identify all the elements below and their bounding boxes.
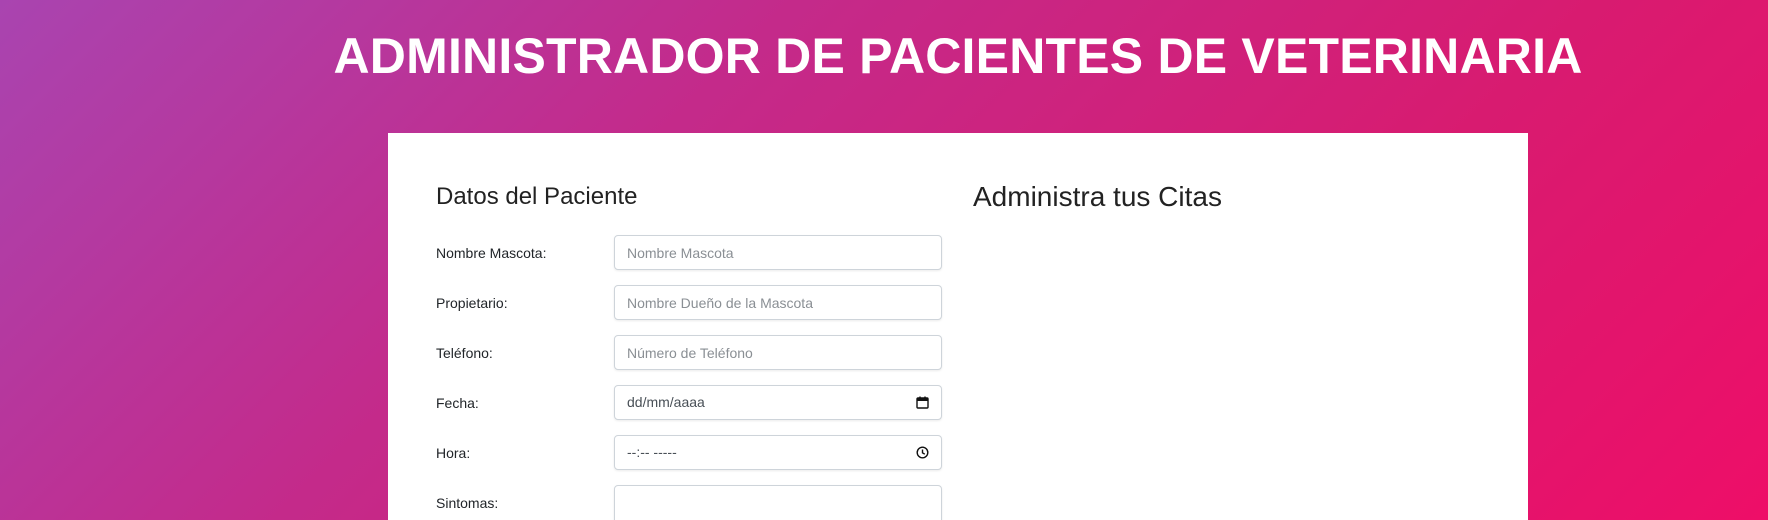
owner-row: Propietario: <box>436 285 942 321</box>
date-input-text: dd/mm/aaaa <box>627 394 705 410</box>
pet-name-input[interactable] <box>614 235 942 270</box>
date-label: Fecha: <box>436 395 479 411</box>
date-input[interactable]: dd/mm/aaaa <box>614 385 942 420</box>
page-title: ADMINISTRADOR DE PACIENTES DE VETERINARI… <box>333 28 1583 84</box>
phone-input[interactable] <box>614 335 942 370</box>
calendar-icon[interactable] <box>916 396 929 409</box>
phone-row: Teléfono: <box>436 335 942 371</box>
phone-label: Teléfono: <box>436 345 493 361</box>
time-input-text: --:-- ----- <box>627 444 677 460</box>
symptoms-textarea[interactable] <box>614 485 942 520</box>
symptoms-row: Sintomas: <box>436 485 942 520</box>
appointments-title: Administra tus Citas <box>973 181 1222 212</box>
time-row: Hora: --:-- ----- <box>436 435 942 471</box>
time-label: Hora: <box>436 445 471 461</box>
time-input[interactable]: --:-- ----- <box>614 435 942 470</box>
date-row: Fecha: dd/mm/aaaa <box>436 385 942 421</box>
clock-icon[interactable] <box>916 446 929 459</box>
form-title: Datos del Paciente <box>436 183 638 210</box>
pet-name-label: Nombre Mascota: <box>436 245 547 261</box>
pet-name-row: Nombre Mascota: <box>436 235 942 271</box>
owner-input[interactable] <box>614 285 942 320</box>
owner-label: Propietario: <box>436 295 508 311</box>
main-card: Datos del Paciente Nombre Mascota: Propi… <box>388 133 1528 520</box>
symptoms-label: Sintomas: <box>436 495 499 511</box>
